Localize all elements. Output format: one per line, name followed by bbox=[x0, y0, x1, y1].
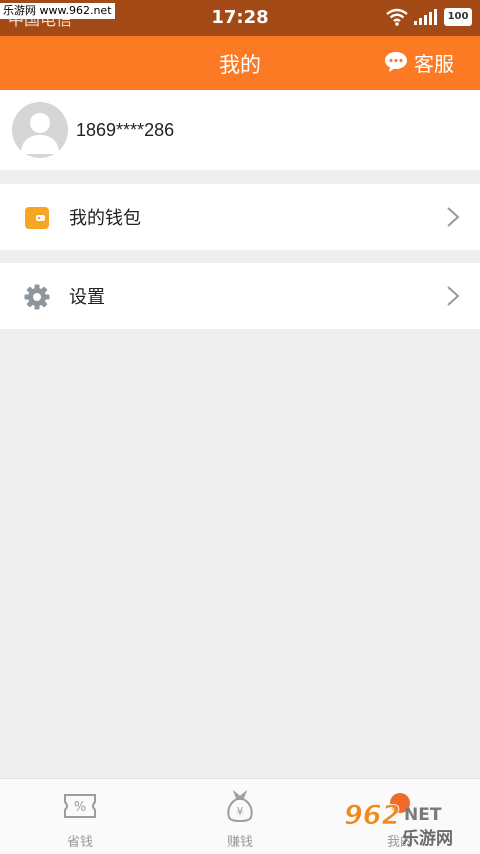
site-logo: 962 NET 乐游网 bbox=[342, 798, 472, 849]
money-bag-icon: ¥ bbox=[227, 789, 253, 823]
gear-icon bbox=[24, 284, 50, 310]
menu-item-label: 我的钱包 bbox=[69, 208, 141, 229]
tab-save-money[interactable]: % 省钱 bbox=[0, 779, 160, 854]
battery-indicator: 100 bbox=[444, 8, 472, 26]
chevron-right-icon bbox=[447, 286, 460, 306]
customer-service-button[interactable]: 客服 bbox=[384, 44, 454, 80]
logo-suffix: NET bbox=[404, 805, 442, 825]
chevron-right-icon bbox=[447, 207, 460, 227]
svg-text:¥: ¥ bbox=[237, 805, 244, 818]
signal-icon bbox=[414, 9, 437, 25]
avatar bbox=[12, 102, 68, 158]
wallet-icon bbox=[25, 207, 49, 229]
status-icons: 100 bbox=[386, 8, 472, 26]
menu-item-label: 设置 bbox=[69, 287, 105, 308]
user-profile-row[interactable]: 1869****286 bbox=[0, 90, 480, 170]
logo-number: 962 bbox=[344, 800, 400, 831]
user-phone-number: 1869****286 bbox=[76, 120, 175, 140]
chat-bubble-icon bbox=[385, 52, 407, 72]
tab-label: 赚钱 bbox=[226, 835, 253, 850]
tab-label: 省钱 bbox=[66, 835, 93, 850]
menu-item-settings[interactable]: 设置 bbox=[0, 263, 480, 329]
bottom-tab-bar: % 省钱 ¥ 赚钱 我的 962 NET 乐游网 bbox=[0, 778, 480, 854]
default-avatar-icon bbox=[21, 113, 59, 154]
app-header: 我的 客服 bbox=[0, 36, 480, 90]
discount-ticket-icon: % bbox=[64, 794, 96, 818]
status-bar: 中国电信 乐游网 www.962.net 17:28 100 bbox=[0, 0, 480, 36]
svg-text:%: % bbox=[74, 800, 86, 815]
customer-service-label: 客服 bbox=[414, 51, 454, 76]
logo-name: 乐游网 bbox=[402, 828, 453, 848]
tab-earn-money[interactable]: ¥ 赚钱 bbox=[160, 779, 320, 854]
menu-item-wallet[interactable]: 我的钱包 bbox=[0, 184, 480, 250]
wifi-icon bbox=[386, 8, 408, 26]
